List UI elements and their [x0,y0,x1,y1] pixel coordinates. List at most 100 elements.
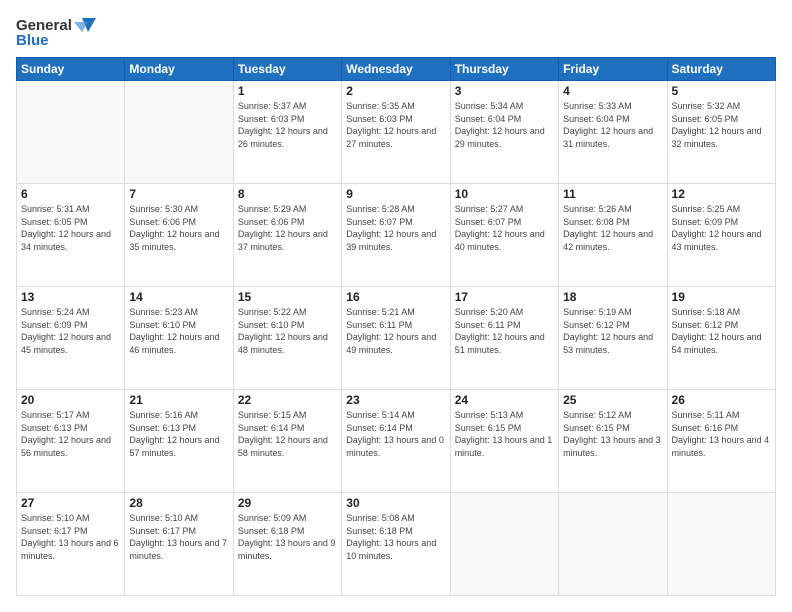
day-cell: 29Sunrise: 5:09 AMSunset: 6:18 PMDayligh… [233,493,341,596]
day-number: 22 [238,393,337,407]
day-cell: 23 Sunrise: 5:14 AMSunset: 6:14 PMDayligh… [342,390,450,493]
day-number: 6 [21,187,120,201]
day-info: Sunrise: 5:22 AMSunset: 6:10 PMDaylight:… [238,306,337,356]
day-info: Sunrise: 5:25 AMSunset: 6:09 PMDaylight:… [672,203,771,253]
day-cell [667,493,775,596]
day-info: Sunrise: 5:37 AMSunset: 6:03 PMDaylight:… [238,100,337,150]
day-cell [559,493,667,596]
day-info: Sunrise: 5:11 AMSunset: 6:16 PMDaylight:… [672,409,771,459]
day-info: Sunrise: 5:18 AMSunset: 6:12 PMDaylight:… [672,306,771,356]
day-info: Sunrise: 5:12 AMSunset: 6:15 PMDaylight:… [563,409,662,459]
day-number: 23 [346,393,445,407]
day-number: 15 [238,290,337,304]
day-number: 27 [21,496,120,510]
calendar-header-row: SundayMondayTuesdayWednesdayThursdayFrid… [17,58,776,81]
day-cell: 5 Sunrise: 5:32 AMSunset: 6:05 PMDaylight… [667,81,775,184]
day-cell: 16 Sunrise: 5:21 AMSunset: 6:11 PMDayligh… [342,287,450,390]
day-info: Sunrise: 5:28 AMSunset: 6:07 PMDaylight:… [346,203,445,253]
col-header-wednesday: Wednesday [342,58,450,81]
day-info: Sunrise: 5:34 AMSunset: 6:04 PMDaylight:… [455,100,554,150]
day-info: Sunrise: 5:29 AMSunset: 6:06 PMDaylight:… [238,203,337,253]
day-cell: 21 Sunrise: 5:16 AMSunset: 6:13 PMDayligh… [125,390,233,493]
day-number: 26 [672,393,771,407]
day-cell: 28Sunrise: 5:10 AMSunset: 6:17 PMDayligh… [125,493,233,596]
week-row-3: 13 Sunrise: 5:24 AMSunset: 6:09 PMDayligh… [17,287,776,390]
day-number: 14 [129,290,228,304]
day-number: 19 [672,290,771,304]
day-info: Sunrise: 5:15 AMSunset: 6:14 PMDaylight:… [238,409,337,459]
day-cell: 3 Sunrise: 5:34 AMSunset: 6:04 PMDaylight… [450,81,558,184]
week-row-2: 6Sunrise: 5:31 AMSunset: 6:05 PMDaylight… [17,184,776,287]
day-cell: 11Sunrise: 5:26 AMSunset: 6:08 PMDayligh… [559,184,667,287]
day-number: 10 [455,187,554,201]
week-row-1: 1 Sunrise: 5:37 AMSunset: 6:03 PMDaylight… [17,81,776,184]
day-number: 18 [563,290,662,304]
day-number: 21 [129,393,228,407]
day-cell: 15 Sunrise: 5:22 AMSunset: 6:10 PMDayligh… [233,287,341,390]
day-cell: 27 Sunrise: 5:10 AMSunset: 6:17 PMDayligh… [17,493,125,596]
day-number: 7 [129,187,228,201]
day-number: 13 [21,290,120,304]
day-info: Sunrise: 5:08 AMSunset: 6:18 PMDaylight:… [346,512,445,562]
day-number: 8 [238,187,337,201]
page: General Blue SundayMondayTuesdayWednesda… [0,0,792,612]
day-info: Sunrise: 5:21 AMSunset: 6:11 PMDaylight:… [346,306,445,356]
day-cell: 22 Sunrise: 5:15 AMSunset: 6:14 PMDayligh… [233,390,341,493]
day-info: Sunrise: 5:35 AMSunset: 6:03 PMDaylight:… [346,100,445,150]
col-header-friday: Friday [559,58,667,81]
day-number: 24 [455,393,554,407]
day-cell: 17Sunrise: 5:20 AMSunset: 6:11 PMDayligh… [450,287,558,390]
day-info: Sunrise: 5:13 AMSunset: 6:15 PMDaylight:… [455,409,554,459]
day-number: 20 [21,393,120,407]
logo-icon [74,16,96,34]
day-number: 25 [563,393,662,407]
col-header-monday: Monday [125,58,233,81]
day-cell: 26 Sunrise: 5:11 AMSunset: 6:16 PMDayligh… [667,390,775,493]
day-cell: 6Sunrise: 5:31 AMSunset: 6:05 PMDaylight… [17,184,125,287]
day-number: 5 [672,84,771,98]
day-number: 9 [346,187,445,201]
logo-general: General [16,17,72,34]
day-cell: 1 Sunrise: 5:37 AMSunset: 6:03 PMDaylight… [233,81,341,184]
day-info: Sunrise: 5:33 AMSunset: 6:04 PMDaylight:… [563,100,662,150]
day-info: Sunrise: 5:32 AMSunset: 6:05 PMDaylight:… [672,100,771,150]
day-info: Sunrise: 5:20 AMSunset: 6:11 PMDaylight:… [455,306,554,356]
day-number: 30 [346,496,445,510]
day-number: 4 [563,84,662,98]
day-cell: 12 Sunrise: 5:25 AMSunset: 6:09 PMDayligh… [667,184,775,287]
day-info: Sunrise: 5:16 AMSunset: 6:13 PMDaylight:… [129,409,228,459]
logo: General Blue [16,16,98,49]
day-cell: 25 Sunrise: 5:12 AMSunset: 6:15 PMDayligh… [559,390,667,493]
day-cell [125,81,233,184]
col-header-tuesday: Tuesday [233,58,341,81]
day-cell [450,493,558,596]
day-cell: 13 Sunrise: 5:24 AMSunset: 6:09 PMDayligh… [17,287,125,390]
day-cell: 24 Sunrise: 5:13 AMSunset: 6:15 PMDayligh… [450,390,558,493]
day-info: Sunrise: 5:24 AMSunset: 6:09 PMDaylight:… [21,306,120,356]
day-info: Sunrise: 5:23 AMSunset: 6:10 PMDaylight:… [129,306,228,356]
day-cell [17,81,125,184]
day-cell: 7 Sunrise: 5:30 AMSunset: 6:06 PMDaylight… [125,184,233,287]
day-info: Sunrise: 5:14 AMSunset: 6:14 PMDaylight:… [346,409,445,459]
day-cell: 10 Sunrise: 5:27 AMSunset: 6:07 PMDayligh… [450,184,558,287]
day-info: Sunrise: 5:27 AMSunset: 6:07 PMDaylight:… [455,203,554,253]
calendar-table: SundayMondayTuesdayWednesdayThursdayFrid… [16,57,776,596]
day-number: 16 [346,290,445,304]
day-info: Sunrise: 5:10 AMSunset: 6:17 PMDaylight:… [129,512,228,562]
day-info: Sunrise: 5:10 AMSunset: 6:17 PMDaylight:… [21,512,120,562]
day-cell: 30 Sunrise: 5:08 AMSunset: 6:18 PMDayligh… [342,493,450,596]
day-cell: 8 Sunrise: 5:29 AMSunset: 6:06 PMDaylight… [233,184,341,287]
col-header-thursday: Thursday [450,58,558,81]
col-header-saturday: Saturday [667,58,775,81]
day-number: 12 [672,187,771,201]
day-cell: 9 Sunrise: 5:28 AMSunset: 6:07 PMDaylight… [342,184,450,287]
day-number: 1 [238,84,337,98]
day-number: 3 [455,84,554,98]
day-number: 11 [563,187,662,201]
day-info: Sunrise: 5:19 AMSunset: 6:12 PMDaylight:… [563,306,662,356]
day-cell: 19 Sunrise: 5:18 AMSunset: 6:12 PMDayligh… [667,287,775,390]
col-header-sunday: Sunday [17,58,125,81]
day-info: Sunrise: 5:30 AMSunset: 6:06 PMDaylight:… [129,203,228,253]
day-number: 29 [238,496,337,510]
day-cell: 4 Sunrise: 5:33 AMSunset: 6:04 PMDaylight… [559,81,667,184]
